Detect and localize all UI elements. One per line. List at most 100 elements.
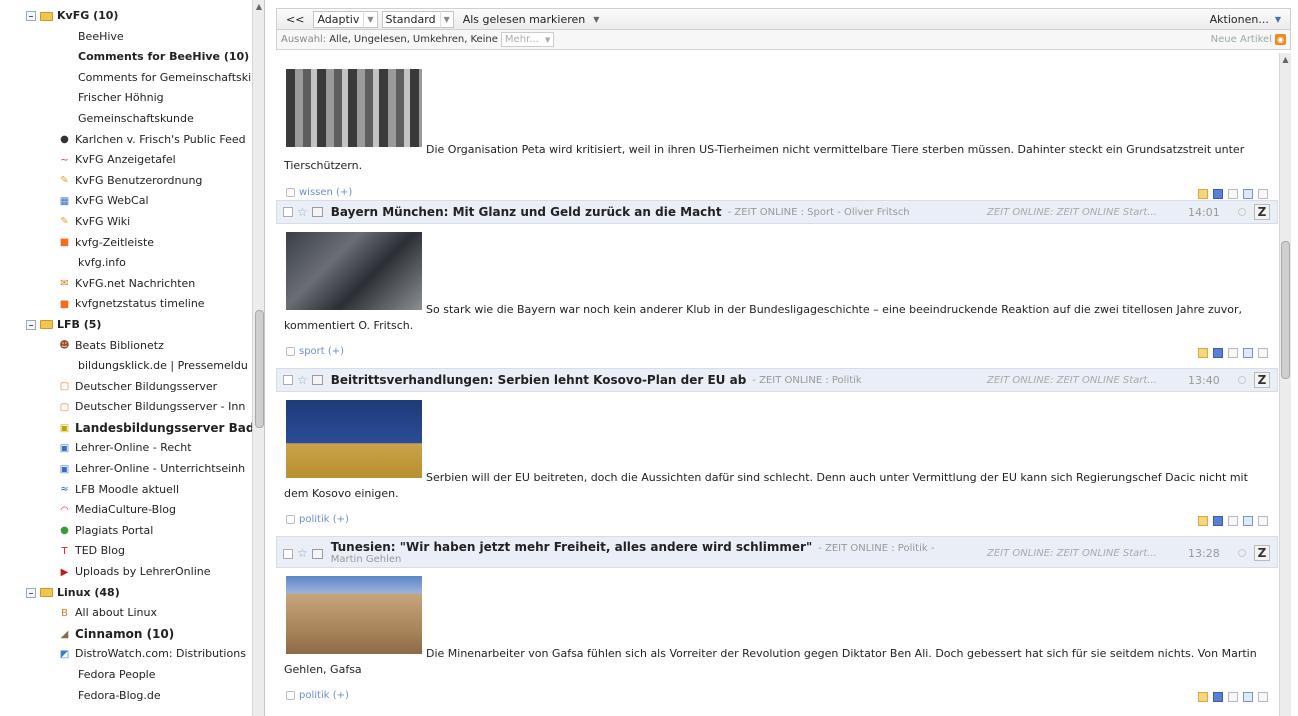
publish-icon[interactable] xyxy=(1213,189,1223,199)
article-thumbnail[interactable] xyxy=(286,69,422,147)
note-icon[interactable] xyxy=(1228,692,1238,702)
note-icon[interactable] xyxy=(1228,189,1238,199)
article-checkbox[interactable] xyxy=(283,207,293,217)
share-icon[interactable] xyxy=(1198,516,1208,526)
article-scrollbar[interactable]: ▲ xyxy=(1279,53,1291,716)
star-icon[interactable]: ☆ xyxy=(297,205,308,219)
close-icon[interactable] xyxy=(1258,692,1268,702)
sidebar-feed-item[interactable]: ● Karlchen v. Frisch's Public Feed xyxy=(0,130,252,151)
sidebar-feed-item[interactable]: ▣ Lehrer-Online - Recht xyxy=(0,438,252,459)
sidebar-feed-item[interactable]: Frischer Höhnig xyxy=(0,88,252,109)
sidebar-folder[interactable]: Linux (48) xyxy=(0,583,252,604)
sidebar-feed-item[interactable]: ▣ Landesbildungsserver Bade xyxy=(0,418,252,439)
email-icon[interactable] xyxy=(1243,692,1253,702)
article-title[interactable]: Tunesien: "Wir haben jetzt mehr Freiheit… xyxy=(331,540,812,554)
email-icon[interactable] xyxy=(1243,348,1253,358)
article-thumbnail[interactable] xyxy=(286,232,422,310)
sidebar-scrollbar[interactable]: ▲ xyxy=(252,0,264,716)
sidebar-feed-item[interactable]: ~ KvFG Anzeigetafel xyxy=(0,150,252,171)
close-icon[interactable] xyxy=(1258,516,1268,526)
more-select[interactable]: Mehr... ▼ xyxy=(500,32,555,47)
collapse-sidebar-button[interactable]: << xyxy=(281,11,309,28)
mark-as-read-button[interactable]: Als gelesen markieren ▼ xyxy=(458,11,605,28)
article-header[interactable]: ☆ Beitrittsverhandlungen: Serbien lehnt … xyxy=(276,368,1278,392)
sidebar-feed-item[interactable]: Fedora People xyxy=(0,665,252,686)
sidebar-feed-item[interactable]: ■ kvfg-Zeitleiste xyxy=(0,233,252,254)
publish-toggle-icon[interactable] xyxy=(311,207,323,217)
sidebar-feed-item[interactable]: ≈ LFB Moodle aktuell xyxy=(0,480,252,501)
sidebar-feed-item[interactable]: ● Plagiats Portal xyxy=(0,521,252,542)
collapse-icon[interactable] xyxy=(26,319,36,330)
sidebar-feed-item[interactable]: ◢ Cinnamon (10) xyxy=(0,624,252,645)
share-icon[interactable] xyxy=(1198,692,1208,702)
sidebar-feed-item[interactable]: Comments for Gemeinschaftski xyxy=(0,68,252,89)
article-tag[interactable]: politik (+) xyxy=(286,514,349,525)
publish-icon[interactable] xyxy=(1213,516,1223,526)
publish-icon[interactable] xyxy=(1213,692,1223,702)
sidebar-feed-item[interactable]: ◩ DistroWatch.com: Distributions xyxy=(0,644,252,665)
article-checkbox[interactable] xyxy=(283,549,293,559)
article-tag[interactable]: politik (+) xyxy=(286,690,349,701)
article-title[interactable]: Beitrittsverhandlungen: Serbien lehnt Ko… xyxy=(331,373,747,387)
sidebar-feed-item[interactable]: Comments for BeeHive (10) xyxy=(0,47,252,68)
sidebar-feed-item[interactable]: ✉ KvFG.net Nachrichten xyxy=(0,274,252,295)
email-icon[interactable] xyxy=(1243,189,1253,199)
sidebar-feed-item[interactable]: Fedora-Blog.de xyxy=(0,686,252,707)
article-tag[interactable]: sport (+) xyxy=(286,346,344,357)
article-checkbox[interactable] xyxy=(283,375,293,385)
collapse-icon[interactable] xyxy=(26,587,36,598)
sidebar-feed-item[interactable]: ■ kvfgnetzstatus timeline xyxy=(0,294,252,315)
close-icon[interactable] xyxy=(1258,189,1268,199)
sidebar-feed-item[interactable]: ✎ KvFG Wiki xyxy=(0,212,252,233)
select-all-link[interactable]: Alle, xyxy=(329,34,351,45)
article-header[interactable]: ☆ Tunesien: "Wir haben jetzt mehr Freihe… xyxy=(276,536,1278,568)
sidebar-feed-item[interactable]: ☻ Beats Biblionetz xyxy=(0,336,252,357)
sidebar-feed-item[interactable]: ◠ MediaCulture-Blog xyxy=(0,500,252,521)
scroll-up-arrow-icon[interactable]: ▲ xyxy=(253,2,264,11)
publish-icon[interactable] xyxy=(1213,348,1223,358)
select-none-link[interactable]: Keine xyxy=(470,34,497,45)
new-articles-link[interactable]: Neue Artikel ◉ xyxy=(1211,34,1286,45)
sidebar-feed-item[interactable]: ▢ Deutscher Bildungsserver xyxy=(0,377,252,398)
sidebar-feed-item[interactable]: T TED Blog xyxy=(0,541,252,562)
publish-toggle-icon[interactable] xyxy=(311,549,323,559)
sidebar-feed-item[interactable]: ▢ Deutscher Bildungsserver - Inn xyxy=(0,397,252,418)
email-icon[interactable] xyxy=(1243,516,1253,526)
sidebar-feed-item[interactable]: BeeHive xyxy=(0,27,252,48)
article-thumbnail[interactable] xyxy=(286,400,422,478)
sidebar-folder[interactable]: LFB (5) xyxy=(0,315,252,336)
star-icon[interactable]: ☆ xyxy=(297,546,308,560)
sidebar-folder[interactable]: KvFG (10) xyxy=(0,6,252,27)
sort-order-select[interactable]: Standard ▼ xyxy=(381,10,454,28)
sidebar-feed-item[interactable]: kvfg.info xyxy=(0,253,252,274)
sidebar-feed-item[interactable]: ▶ Uploads by LehrerOnline xyxy=(0,562,252,583)
article-header[interactable]: ☆ Bayern München: Mit Glanz und Geld zur… xyxy=(276,200,1278,224)
close-icon[interactable] xyxy=(1258,348,1268,358)
select-unread-link[interactable]: Ungelesen, xyxy=(354,34,410,45)
note-icon[interactable] xyxy=(1228,516,1238,526)
share-icon[interactable] xyxy=(1198,348,1208,358)
sidebar-feed-item[interactable]: B All about Linux xyxy=(0,603,252,624)
scroll-up-arrow-icon[interactable]: ▲ xyxy=(1280,55,1291,64)
collapse-icon[interactable] xyxy=(26,11,36,21)
star-icon[interactable]: ☆ xyxy=(297,373,308,387)
sidebar-feed-item[interactable]: ▦ KvFG WebCal xyxy=(0,191,252,212)
sidebar-feed-item[interactable]: Gemeinschaftskunde xyxy=(0,109,252,130)
sidebar-feed-item[interactable]: ✎ KvFG Benutzerordnung xyxy=(0,171,252,192)
select-invert-link[interactable]: Umkehren, xyxy=(413,34,468,45)
article-feed[interactable]: ZEIT ONLINE: ZEIT ONLINE Start... xyxy=(987,207,1157,218)
sidebar-feed-item[interactable]: ▣ Lehrer-Online - Unterrichtseinh xyxy=(0,459,252,480)
actions-menu-button[interactable]: Aktionen... ▼ xyxy=(1205,11,1286,28)
view-mode-select[interactable]: Adaptiv ▼ xyxy=(313,10,378,28)
sidebar-feed-item[interactable]: bildungsklick.de | Pressemeldu xyxy=(0,356,252,377)
article-scroll-thumb[interactable] xyxy=(1281,241,1290,379)
article-tag[interactable]: wissen (+) xyxy=(286,187,352,198)
article-title[interactable]: Bayern München: Mit Glanz und Geld zurüc… xyxy=(331,205,722,219)
article-feed[interactable]: ZEIT ONLINE: ZEIT ONLINE Start... xyxy=(987,548,1157,559)
article-feed[interactable]: ZEIT ONLINE: ZEIT ONLINE Start... xyxy=(987,375,1157,386)
note-icon[interactable] xyxy=(1228,348,1238,358)
sidebar-scroll-thumb[interactable] xyxy=(255,310,264,428)
publish-toggle-icon[interactable] xyxy=(311,375,323,385)
article-thumbnail[interactable] xyxy=(286,576,422,654)
share-icon[interactable] xyxy=(1198,189,1208,199)
